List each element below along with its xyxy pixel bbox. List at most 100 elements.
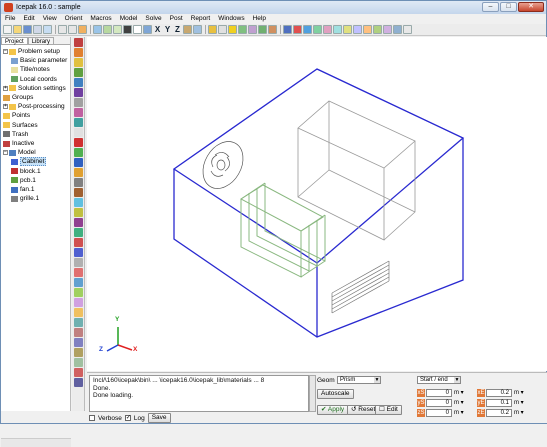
create-object-icon[interactable] [74, 228, 83, 237]
create-object-icon[interactable] [74, 338, 83, 347]
coord-field-yE[interactable]: 0.1 [486, 399, 512, 407]
x-axis-view-icon[interactable]: X [153, 25, 162, 34]
create-object-icon[interactable] [74, 238, 83, 247]
save-log-button[interactable]: Save [147, 413, 171, 423]
create-object-icon[interactable] [74, 298, 83, 307]
z-axis-view-icon[interactable]: Z [173, 25, 182, 34]
point-probe-icon[interactable] [333, 25, 342, 34]
coord-field-yS[interactable]: 0 [426, 399, 452, 407]
screenshot-icon[interactable] [43, 25, 52, 34]
animation-icon[interactable] [383, 25, 392, 34]
vector-icon[interactable] [303, 25, 312, 34]
create-object-icon[interactable] [74, 158, 83, 167]
create-object-icon[interactable] [74, 98, 83, 107]
close-button[interactable]: ✕ [518, 2, 544, 12]
tree-item-model[interactable]: − Model [3, 148, 36, 157]
create-object-icon[interactable] [74, 368, 83, 377]
edit-button[interactable]: ☐ Edit [375, 405, 402, 415]
tree-item-groups[interactable]: Groups [3, 93, 33, 102]
grid-icon[interactable] [403, 25, 412, 34]
create-object-icon[interactable] [74, 108, 83, 117]
plane-cut-icon[interactable] [283, 25, 292, 34]
unit-select[interactable]: m ▾ [514, 389, 524, 397]
geom-type-select[interactable]: Prism ▼ [337, 376, 381, 384]
create-object-icon[interactable] [74, 138, 83, 147]
tree-item-solution-settings[interactable]: + Solution settings [3, 84, 66, 93]
mesh-icon[interactable] [218, 25, 227, 34]
tree-item-basic-parameter[interactable]: Basic parameter [11, 56, 67, 65]
create-object-icon[interactable] [74, 258, 83, 267]
create-object-icon[interactable] [74, 148, 83, 157]
particle-icon[interactable] [313, 25, 322, 34]
create-object-icon[interactable] [74, 208, 83, 217]
create-object-icon[interactable] [74, 168, 83, 177]
create-object-icon[interactable] [74, 268, 83, 277]
create-object-icon[interactable] [74, 328, 83, 337]
menu-edit[interactable]: Edit [19, 14, 38, 24]
menu-orient[interactable]: Orient [61, 14, 87, 24]
tree-item-cabinet[interactable]: Cabinet [11, 157, 47, 167]
tab-project[interactable]: Project [1, 37, 28, 45]
graphics-viewport[interactable]: Y X Z [87, 37, 547, 371]
menu-windows[interactable]: Windows [214, 14, 248, 24]
collapse-icon[interactable]: − [3, 49, 8, 54]
optimize-icon[interactable] [363, 25, 372, 34]
log-checkbox[interactable]: ✓ [124, 415, 131, 421]
tree-item-local-coords[interactable]: Local coords [11, 75, 57, 84]
zoom-icon[interactable] [103, 25, 112, 34]
y-axis-view-icon[interactable]: Y [163, 25, 172, 34]
snap-icon[interactable] [78, 25, 87, 34]
scale-view-icon[interactable] [183, 25, 192, 34]
coord-field-xS[interactable]: 0 [426, 389, 452, 397]
warning-icon[interactable] [228, 25, 237, 34]
collapse-icon[interactable]: − [3, 150, 8, 156]
create-object-icon[interactable] [74, 198, 83, 207]
unit-select[interactable]: m ▾ [454, 389, 464, 397]
run-icon[interactable] [258, 25, 267, 34]
create-object-icon[interactable] [74, 378, 83, 387]
clip-icon[interactable] [393, 25, 402, 34]
tree-item-post-processing[interactable]: + Post-processing [3, 102, 65, 111]
wireframe-icon[interactable] [133, 25, 142, 34]
menu-solve[interactable]: Solve [141, 14, 165, 24]
console-scrollbar[interactable] [309, 375, 316, 412]
unit-select[interactable]: m ▾ [514, 409, 524, 417]
tree-item-grille-1[interactable]: grille.1 [11, 194, 39, 203]
geom-mode-select[interactable]: Start / end ▼ [417, 376, 461, 384]
create-object-icon[interactable] [74, 68, 83, 77]
menu-post[interactable]: Post [166, 14, 187, 24]
lamp-icon[interactable] [208, 25, 217, 34]
iso-view-icon[interactable] [143, 25, 152, 34]
tree-item-points[interactable]: Points [3, 111, 30, 120]
menu-view[interactable]: View [39, 14, 61, 24]
create-object-icon[interactable] [74, 178, 83, 187]
summary-icon[interactable] [353, 25, 362, 34]
fit-view-icon[interactable] [123, 25, 132, 34]
tab-library[interactable]: Library [27, 37, 55, 45]
coord-field-zS[interactable]: 0 [426, 409, 452, 417]
unit-select[interactable]: m ▾ [454, 409, 464, 417]
coord-field-zE[interactable]: 0.2 [486, 409, 512, 417]
tree-item-surfaces[interactable]: Surfaces [3, 121, 38, 130]
create-object-icon[interactable] [74, 38, 83, 47]
tools-icon[interactable] [268, 25, 277, 34]
check-icon[interactable] [238, 25, 247, 34]
print-icon[interactable] [33, 25, 42, 34]
menu-macros[interactable]: Macros [86, 14, 115, 24]
create-object-icon[interactable] [74, 318, 83, 327]
create-object-icon[interactable] [74, 218, 83, 227]
solve-icon[interactable] [248, 25, 257, 34]
autoscale-button[interactable]: Autoscale [317, 389, 354, 399]
expand-icon[interactable]: + [3, 104, 8, 110]
open-folder-icon[interactable] [13, 25, 22, 34]
tree-item-block-1[interactable]: block.1 [11, 167, 41, 176]
create-object-icon[interactable] [74, 288, 83, 297]
create-object-icon[interactable] [74, 278, 83, 287]
create-object-icon[interactable] [74, 358, 83, 367]
menu-file[interactable]: File [1, 14, 19, 24]
minimize-button[interactable]: – [482, 2, 499, 12]
iso-surface-icon[interactable] [323, 25, 332, 34]
menu-model[interactable]: Model [116, 14, 142, 24]
menu-report[interactable]: Report [187, 14, 215, 24]
message-console[interactable]: Incl/\160\icepak\bin\ ... \icepak16.0\ic… [89, 375, 309, 412]
